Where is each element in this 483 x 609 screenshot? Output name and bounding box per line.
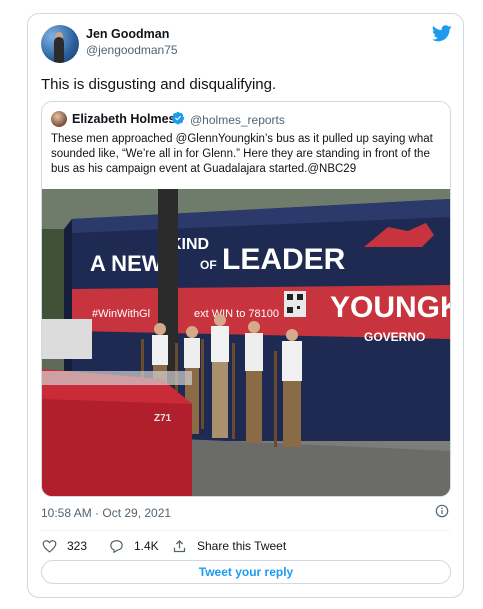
author-handle[interactable]: @jengoodman75 [86, 43, 178, 57]
tweet-your-reply-button[interactable]: Tweet your reply [41, 560, 451, 584]
bus-slogan-new: A NEW [90, 251, 163, 276]
reply-count: 1.4K [134, 539, 159, 553]
quoted-tweet[interactable]: Elizabeth Holmes @holmes_reports These m… [41, 101, 451, 497]
share-action[interactable]: Share this Tweet [172, 538, 286, 554]
quoted-author-handle[interactable]: @holmes_reports [190, 113, 285, 127]
reply-action[interactable]: 1.4K [109, 538, 159, 554]
bus-title-text: GOVERNO [364, 330, 425, 344]
truck-badge: Z71 [154, 413, 172, 424]
share-icon [173, 539, 186, 552]
heart-icon [42, 540, 57, 553]
author-avatar[interactable] [41, 25, 79, 63]
info-icon[interactable] [435, 504, 449, 518]
verified-badge-icon [171, 111, 185, 125]
tweet-text: This is disgusting and disqualifying. [41, 76, 277, 93]
like-count: 323 [67, 539, 88, 553]
twitter-bird-icon[interactable] [432, 25, 452, 42]
author-name[interactable]: Jen Goodman [86, 27, 169, 41]
tweet-card: Jen Goodman @jengoodman75 This is disgus… [27, 13, 464, 598]
quoted-tweet-photo[interactable]: A NEW KIND OF LEADER YOUNGK GOVERNO #Win… [42, 189, 450, 497]
bus-slogan-leader: LEADER [222, 243, 346, 276]
bus-name-text: YOUNGK [330, 291, 450, 324]
bus-stripe-hashtag: #WinWithGl [92, 308, 150, 320]
reply-bubble-icon [110, 540, 123, 553]
share-label: Share this Tweet [197, 539, 287, 553]
bus-slogan-of: OF [200, 258, 217, 272]
like-action[interactable]: 323 [42, 538, 87, 554]
quoted-author-avatar[interactable] [51, 111, 67, 127]
quoted-author-name[interactable]: Elizabeth Holmes [72, 112, 176, 126]
tweet-timestamp[interactable]: 10:58 AM · Oct 29, 2021 [41, 506, 171, 520]
quoted-tweet-text: These men approached @GlennYoungkin’s bu… [51, 133, 433, 175]
divider [41, 530, 450, 531]
bus-stripe-text-win: ext WIN to 78100 [194, 308, 279, 320]
